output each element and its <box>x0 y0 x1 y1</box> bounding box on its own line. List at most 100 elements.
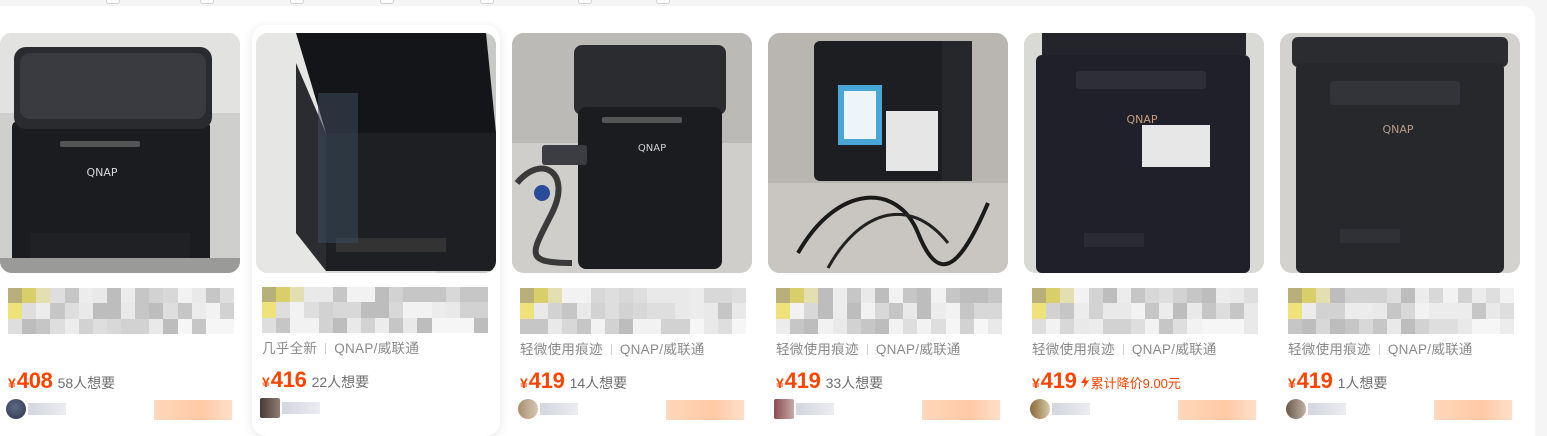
condition-brand: 轻微使用痕迹 QNAP/威联通 <box>776 338 961 358</box>
mosaic-cell <box>661 303 676 319</box>
mosaic-cell <box>389 317 404 333</box>
seller[interactable] <box>260 398 320 418</box>
product-card[interactable]: QNAP ¥ 408 58人想要 <box>0 33 240 436</box>
mosaic-cell <box>64 318 79 334</box>
mosaic-cell <box>874 288 889 304</box>
mosaic-cell <box>360 317 375 333</box>
mosaic-cell <box>1344 318 1359 334</box>
mosaic-cell <box>647 303 662 319</box>
mosaic-cell <box>1330 288 1345 304</box>
mosaic-cell <box>177 318 192 334</box>
lightning-icon <box>1080 376 1089 388</box>
product-image[interactable]: QNAP <box>1280 33 1520 273</box>
brand: QNAP/威联通 <box>1387 342 1473 357</box>
mosaic-cell <box>1316 303 1331 319</box>
mosaic-cell <box>945 318 960 334</box>
mosaic-cell <box>318 287 333 303</box>
mosaic-cell <box>703 288 718 304</box>
mosaic-cell <box>846 318 861 334</box>
mosaic-cell <box>121 303 136 319</box>
mosaic-cell <box>163 303 178 319</box>
product-card[interactable]: 轻微使用痕迹 QNAP/威联通 ¥ 419 33人想要 <box>768 33 1008 436</box>
mosaic-cell <box>548 288 563 304</box>
product-card[interactable]: QNAP 轻微使用痕迹 QNAP/威联通 ¥ 419 14人想要 <box>512 33 752 436</box>
mosaic-cell <box>1429 318 1444 334</box>
seller[interactable] <box>518 399 578 419</box>
avatar[interactable] <box>774 399 794 419</box>
mosaic-cell <box>959 303 974 319</box>
mosaic-cell <box>431 287 446 303</box>
seller-name[interactable] <box>1308 403 1346 415</box>
mosaic-cell <box>1060 303 1075 319</box>
want-count: 22人想要 <box>311 374 370 390</box>
avatar[interactable] <box>1286 399 1306 419</box>
avatar[interactable] <box>260 398 280 418</box>
seller-badge <box>154 400 232 420</box>
avatar[interactable] <box>518 399 538 419</box>
tab-edge <box>290 0 304 4</box>
seller[interactable] <box>1286 399 1346 419</box>
mosaic-cell <box>931 288 946 304</box>
mosaic-cell <box>931 303 946 319</box>
mosaic-cell <box>473 302 488 318</box>
scrollbar[interactable] <box>1535 0 1547 436</box>
seller-name[interactable] <box>1052 403 1090 415</box>
mosaic-cell <box>1401 288 1416 304</box>
mosaic-cell <box>689 288 704 304</box>
mosaic-cell <box>332 287 347 303</box>
seller[interactable] <box>6 399 66 419</box>
seller[interactable] <box>774 399 834 419</box>
mosaic-cell <box>1243 318 1258 334</box>
mosaic-cell <box>889 288 904 304</box>
product-card[interactable]: QNAP 轻微使用痕迹 QNAP/威联通 ¥ 419 累计降价9.00元 <box>1024 33 1264 436</box>
mosaic-cell <box>1201 318 1216 334</box>
mosaic-cell <box>1229 288 1244 304</box>
product-card[interactable]: QNAP 轻微使用痕迹 QNAP/威联通 ¥ 419 1人想要 <box>1280 33 1520 436</box>
product-image[interactable]: QNAP <box>0 33 240 273</box>
mosaic-cell <box>675 303 690 319</box>
mosaic-cell <box>276 317 291 333</box>
mosaic-cell <box>1372 288 1387 304</box>
mosaic-cell <box>1145 288 1160 304</box>
mosaic-cell <box>1187 303 1202 319</box>
mosaic-cell <box>50 288 65 304</box>
mosaic-cell <box>889 318 904 334</box>
seller-name[interactable] <box>540 403 578 415</box>
mosaic-cell <box>360 302 375 318</box>
product-image[interactable]: QNAP <box>1024 33 1264 273</box>
product-card[interactable]: 几乎全新 QNAP/威联通 ¥ 416 22人想要 <box>252 25 500 436</box>
seller-name[interactable] <box>796 403 834 415</box>
avatar[interactable] <box>1030 399 1050 419</box>
mosaic-cell <box>832 303 847 319</box>
seller-name[interactable] <box>28 403 66 415</box>
mosaic-cell <box>1173 318 1188 334</box>
product-image[interactable] <box>256 33 496 273</box>
mosaic-cell <box>375 302 390 318</box>
mosaic-cell <box>973 303 988 319</box>
mosaic-cell <box>1302 318 1317 334</box>
avatar[interactable] <box>6 399 26 419</box>
mosaic-cell <box>1344 303 1359 319</box>
product-image[interactable]: QNAP <box>512 33 752 273</box>
mosaic-cell <box>177 303 192 319</box>
mosaic-cell <box>675 318 690 334</box>
seller[interactable] <box>1030 399 1090 419</box>
mosaic-cell <box>548 318 563 334</box>
mosaic-cell <box>562 303 577 319</box>
mosaic-cell <box>1429 288 1444 304</box>
mosaic-cell <box>846 288 861 304</box>
mosaic-cell <box>1401 318 1416 334</box>
mosaic-cell <box>1344 288 1359 304</box>
price: 419 <box>784 368 821 393</box>
mosaic-cell <box>1386 303 1401 319</box>
mosaic-cell <box>191 303 206 319</box>
mosaic-cell <box>78 303 93 319</box>
mosaic-cell <box>1060 288 1075 304</box>
mosaic-cell <box>576 288 591 304</box>
mosaic-cell <box>64 303 79 319</box>
seller-name[interactable] <box>282 402 320 414</box>
mosaic-cell <box>633 318 648 334</box>
product-image[interactable] <box>768 33 1008 273</box>
mosaic-cell <box>1243 303 1258 319</box>
mosaic-cell <box>1330 318 1345 334</box>
